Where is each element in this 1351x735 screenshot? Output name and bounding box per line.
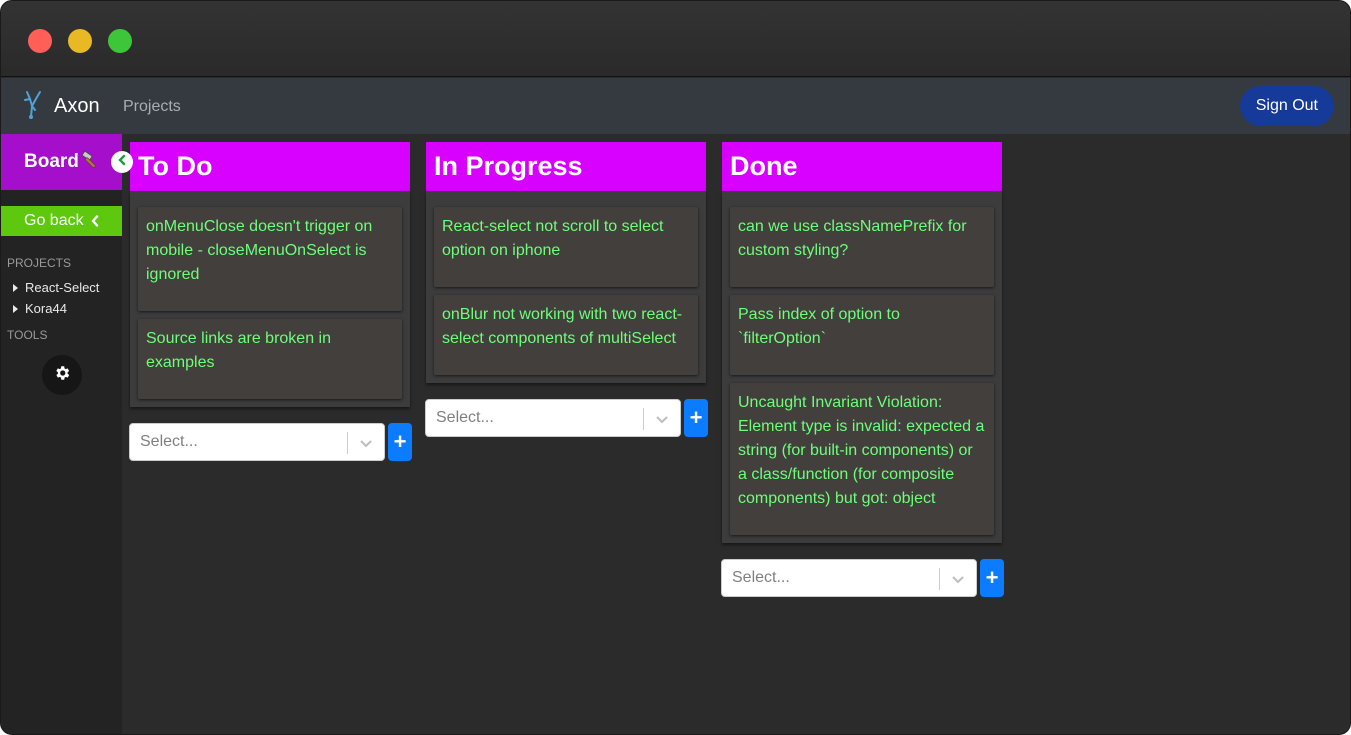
maximize-window-button[interactable] [108, 29, 132, 53]
sign-out-button[interactable]: Sign Out [1239, 86, 1334, 126]
add-card-button[interactable]: + [388, 423, 412, 461]
chevron-down-icon[interactable] [654, 411, 670, 427]
tools-section-label: TOOLS [7, 328, 48, 342]
column-header: In Progress [426, 142, 706, 191]
column-cards: React-select not scroll to select option… [426, 191, 706, 383]
select-placeholder: Select... [732, 569, 790, 586]
chevron-down-icon[interactable] [358, 435, 374, 451]
nav-link-projects[interactable]: Projects [123, 98, 181, 116]
title-bar [1, 1, 1350, 77]
select-placeholder: Select... [436, 409, 494, 426]
app-window: Axon Projects Sign Out Board Go back PRO… [0, 0, 1351, 735]
select-separator [939, 568, 940, 590]
add-card-row-done: Select... + [721, 559, 1004, 597]
sidebar: Board Go back PROJECTS React-Select Kora… [1, 134, 133, 734]
projects-section-label: PROJECTS [7, 256, 72, 270]
issue-card[interactable]: onMenuClose doesn't trigger on mobile - … [138, 207, 402, 311]
select-placeholder: Select... [140, 433, 198, 450]
add-card-button[interactable]: + [980, 559, 1004, 597]
brand-name[interactable]: Axon [54, 95, 100, 118]
chevron-left-icon [90, 215, 100, 227]
sidebar-board-tab[interactable]: Board [1, 134, 122, 190]
issue-card[interactable]: can we use classNamePrefix for custom st… [730, 207, 994, 287]
gear-icon [53, 364, 71, 387]
select-separator [643, 408, 644, 430]
project-label: Kora44 [25, 301, 67, 316]
close-window-button[interactable] [28, 29, 52, 53]
issue-card[interactable]: Pass index of option to `filterOption` [730, 295, 994, 375]
column-done: Done can we use classNamePrefix for cust… [722, 142, 1002, 543]
card-select-dropdown[interactable]: Select... [425, 399, 681, 437]
card-select-dropdown[interactable]: Select... [721, 559, 977, 597]
chevron-left-icon [116, 153, 128, 171]
caret-right-icon [13, 283, 18, 292]
hammer-icon [81, 150, 99, 174]
issue-card[interactable]: React-select not scroll to select option… [434, 207, 698, 287]
card-select-dropdown[interactable]: Select... [129, 423, 385, 461]
sidebar-project-react-select[interactable]: React-Select [13, 280, 99, 295]
issue-card[interactable]: Source links are broken in examples [138, 319, 402, 399]
add-card-row-todo: Select... + [129, 423, 412, 461]
go-back-label: Go back [24, 212, 84, 229]
issue-card[interactable]: onBlur not working with two react-select… [434, 295, 698, 375]
add-card-row-in-progress: Select... + [425, 399, 708, 437]
column-cards: can we use classNamePrefix for custom st… [722, 191, 1002, 543]
column-header: Done [722, 142, 1002, 191]
project-label: React-Select [25, 280, 100, 295]
column-todo: To Do onMenuClose doesn't trigger on mob… [130, 142, 410, 407]
sidebar-project-kora44[interactable]: Kora44 [13, 301, 67, 316]
chevron-down-icon[interactable] [950, 571, 966, 587]
column-header: To Do [130, 142, 410, 191]
caret-right-icon [13, 304, 18, 313]
collapse-sidebar-button[interactable] [111, 151, 133, 173]
issue-card[interactable]: Uncaught Invariant Violation: Element ty… [730, 383, 994, 535]
select-separator [347, 432, 348, 454]
top-navbar: Axon Projects Sign Out [1, 78, 1350, 134]
column-cards: onMenuClose doesn't trigger on mobile - … [130, 191, 410, 407]
go-back-button[interactable]: Go back [1, 206, 122, 236]
column-in-progress: In Progress React-select not scroll to s… [426, 142, 706, 383]
settings-button[interactable] [42, 355, 82, 395]
minimize-window-button[interactable] [68, 29, 92, 53]
neuron-icon[interactable] [21, 90, 43, 120]
board-label: Board [24, 151, 79, 172]
add-card-button[interactable]: + [684, 399, 708, 437]
